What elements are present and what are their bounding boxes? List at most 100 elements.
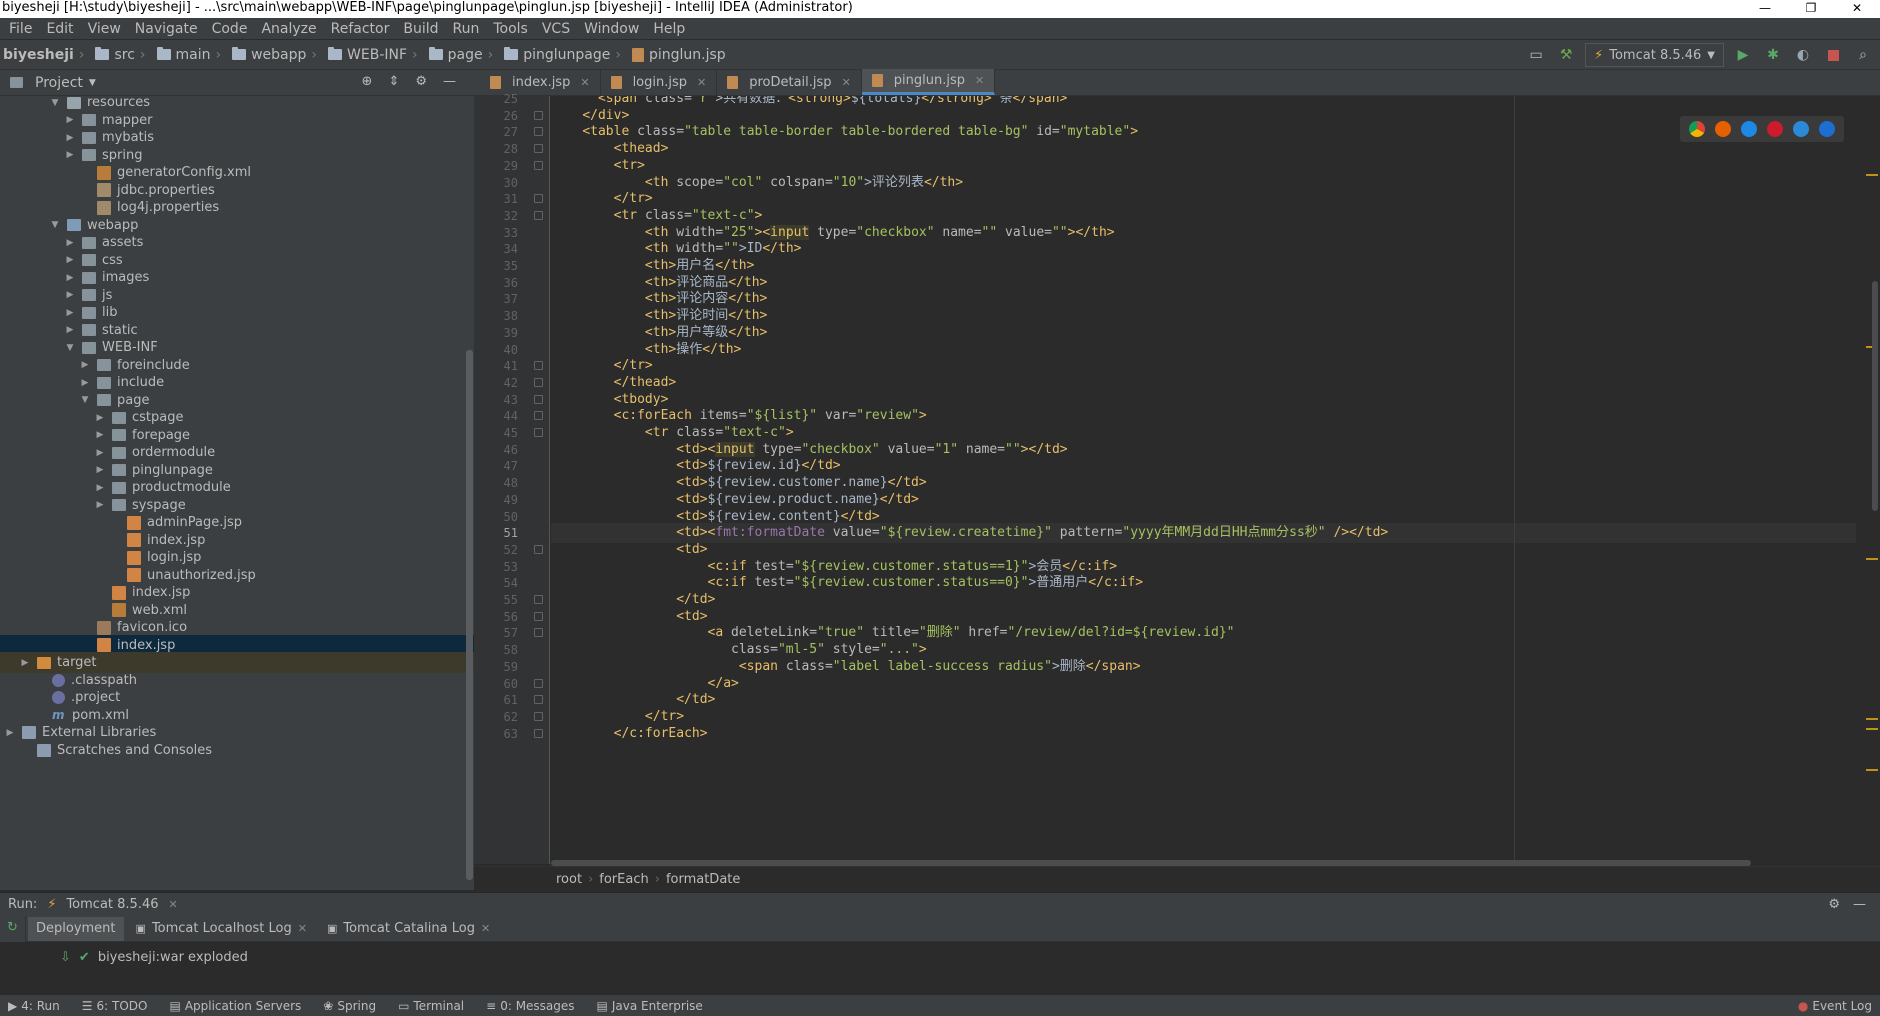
code-editor[interactable]: <span class="r">共有数据：<strong>${totals}</… — [551, 96, 1856, 864]
collapsed-arrow-icon[interactable]: ▶ — [64, 115, 76, 125]
opera-icon[interactable] — [1767, 121, 1783, 137]
collapsed-arrow-icon[interactable]: ▶ — [19, 658, 31, 668]
scroll-thumb[interactable] — [1872, 281, 1878, 511]
debug-icon[interactable]: ✱ — [1762, 44, 1784, 66]
toolwindow--todo[interactable]: ☰ 6: TODO — [82, 999, 148, 1013]
menu-view[interactable]: View — [81, 21, 128, 37]
toolwindow-application-servers[interactable]: ▤ Application Servers — [169, 999, 301, 1013]
fold-marker-icon[interactable] — [534, 394, 543, 404]
expanded-arrow-icon[interactable]: ▼ — [49, 220, 61, 230]
ie-icon[interactable] — [1793, 121, 1809, 137]
hide-icon[interactable]: — — [443, 74, 456, 89]
build-hammer-icon[interactable]: ⚒ — [1555, 44, 1577, 66]
toolwindow--messages[interactable]: ≡ 0: Messages — [486, 999, 574, 1013]
close-icon[interactable]: ✕ — [975, 74, 984, 87]
menu-navigate[interactable]: Navigate — [128, 21, 205, 37]
menu-window[interactable]: Window — [577, 21, 646, 37]
menu-file[interactable]: File — [2, 21, 39, 37]
chrome-icon[interactable] — [1689, 121, 1705, 137]
menu-refactor[interactable]: Refactor — [324, 21, 397, 37]
menu-tools[interactable]: Tools — [486, 21, 535, 37]
fold-marker-icon[interactable] — [534, 611, 543, 621]
menu-help[interactable]: Help — [646, 21, 692, 37]
close-icon[interactable]: ✕ — [580, 76, 589, 89]
firefox-icon[interactable] — [1715, 121, 1731, 137]
breadcrumb-item[interactable]: page › — [426, 47, 502, 63]
editor-breadcrumb-item[interactable]: forEach — [599, 872, 648, 887]
editor-breadcrumb-item[interactable]: root — [556, 872, 582, 887]
hide-icon[interactable]: — — [1853, 897, 1866, 912]
fold-marker-icon[interactable] — [534, 628, 543, 638]
tree-item[interactable]: Scratches and Consoles — [0, 740, 474, 761]
fold-marker-icon[interactable] — [534, 361, 543, 371]
editor-vertical-scrollbar[interactable] — [1862, 96, 1880, 864]
fold-marker-icon[interactable] — [534, 377, 543, 387]
toolwindow--run[interactable]: ▶ 4: Run — [8, 999, 60, 1013]
run-tab-tomcat-catalina-log[interactable]: ▣ Tomcat Catalina Log ✕ — [319, 917, 498, 941]
stop-icon[interactable] — [1822, 44, 1844, 66]
fold-marker-icon[interactable] — [534, 110, 543, 120]
toolwindow-java-enterprise[interactable]: ▤ Java Enterprise — [597, 999, 703, 1013]
tab-pinglun-jsp[interactable]: pinglun.jsp ✕ — [861, 69, 996, 95]
deploy-icon[interactable]: ⇩ — [60, 950, 71, 965]
fold-marker-icon[interactable] — [534, 544, 543, 554]
editor-breadcrumb-item[interactable]: formatDate — [666, 872, 740, 887]
expanded-arrow-icon[interactable]: ▼ — [49, 98, 61, 108]
close-button[interactable]: ✕ — [1834, 0, 1880, 18]
collapsed-arrow-icon[interactable]: ▶ — [79, 360, 91, 370]
close-icon[interactable]: ✕ — [842, 76, 851, 89]
fold-marker-icon[interactable] — [534, 428, 543, 437]
collapsed-arrow-icon[interactable]: ▶ — [94, 500, 106, 510]
breadcrumb-item[interactable]: WEB-INF › — [325, 47, 426, 63]
edge-icon[interactable] — [1819, 121, 1835, 137]
fold-marker-icon[interactable] — [534, 695, 543, 705]
chevron-down-icon[interactable]: ▼ — [89, 78, 96, 88]
collapsed-arrow-icon[interactable]: ▶ — [79, 378, 91, 388]
toolwindow-event-log[interactable]: ● Event Log — [1798, 999, 1872, 1013]
code-line[interactable]: </c:forEach> — [551, 724, 708, 744]
gear-icon[interactable]: ⚙ — [415, 74, 427, 89]
run-tab-tomcat-localhost-log[interactable]: ▣ Tomcat Localhost Log ✕ — [128, 917, 315, 941]
collapsed-arrow-icon[interactable]: ▶ — [64, 290, 76, 300]
collapse-all-icon[interactable]: ⇕ — [388, 74, 399, 89]
menu-edit[interactable]: Edit — [39, 21, 80, 37]
collapsed-arrow-icon[interactable]: ▶ — [64, 325, 76, 335]
fold-marker-icon[interactable] — [534, 678, 543, 688]
breadcrumb-item[interactable]: pinglunpage › — [501, 47, 629, 63]
breadcrumb-item[interactable]: src › — [92, 47, 153, 63]
collapsed-arrow-icon[interactable]: ▶ — [64, 150, 76, 160]
tab-proDetail-jsp[interactable]: proDetail.jsp ✕ — [717, 69, 862, 95]
collapsed-arrow-icon[interactable]: ▶ — [94, 430, 106, 440]
menu-analyze[interactable]: Analyze — [254, 21, 323, 37]
close-icon[interactable]: ✕ — [697, 76, 706, 89]
menu-code[interactable]: Code — [205, 21, 255, 37]
locate-icon[interactable]: ⊕ — [362, 74, 373, 89]
deployment-item[interactable]: ⇩ ✔ biyesheji:war exploded — [60, 950, 248, 965]
maximize-button[interactable]: ❐ — [1788, 0, 1834, 18]
collapsed-arrow-icon[interactable]: ▶ — [64, 133, 76, 143]
breadcrumb-item[interactable]: pinglun.jsp — [629, 47, 729, 63]
run-configuration-select[interactable]: ⚡ Tomcat 8.5.46 ▼ — [1585, 43, 1724, 67]
tree-scrollbar[interactable] — [466, 350, 473, 880]
run-tab-deployment[interactable]: Deployment — [28, 916, 124, 941]
collapsed-arrow-icon[interactable]: ▶ — [64, 238, 76, 248]
safari-icon[interactable] — [1741, 121, 1757, 137]
toolwindow-spring[interactable]: ❀ Spring — [323, 999, 376, 1013]
fold-marker-icon[interactable] — [534, 210, 543, 220]
close-icon[interactable]: ✕ — [169, 898, 178, 911]
breadcrumb-item[interactable]: biyesheji › — [0, 47, 92, 63]
code-line[interactable]: <td><fmt:formatDate value="${review.crea… — [551, 523, 1856, 544]
project-panel-title[interactable]: Project — [35, 75, 83, 91]
menu-vcs[interactable]: VCS — [535, 21, 577, 37]
fold-marker-icon[interactable] — [534, 127, 543, 137]
breadcrumb-item[interactable]: webapp › — [229, 47, 325, 63]
close-icon[interactable]: ✕ — [298, 922, 307, 935]
collapsed-arrow-icon[interactable]: ▶ — [4, 728, 16, 738]
close-icon[interactable]: ✕ — [481, 922, 490, 935]
run-icon[interactable]: ▶ — [1732, 44, 1754, 66]
coverage-icon[interactable]: ◐ — [1792, 44, 1814, 66]
fold-marker-icon[interactable] — [534, 711, 543, 721]
collapsed-arrow-icon[interactable]: ▶ — [94, 483, 106, 493]
fold-marker-icon[interactable] — [534, 728, 543, 738]
tab-login-jsp[interactable]: login.jsp ✕ — [601, 69, 718, 95]
